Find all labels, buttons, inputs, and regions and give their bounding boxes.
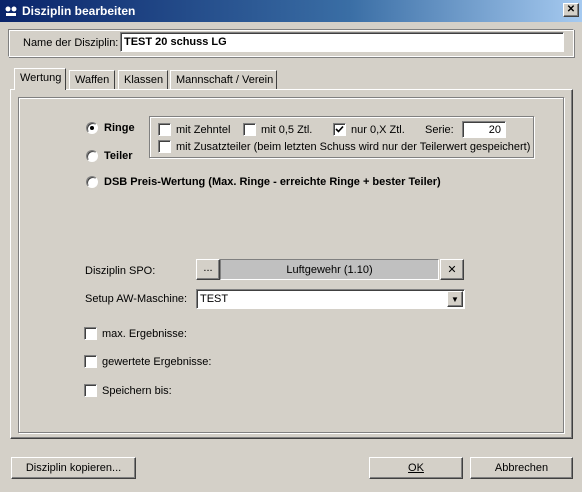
radio-dsb[interactable]: DSB Preis-Wertung (Max. Ringe - erreicht… — [86, 176, 441, 188]
spo-value: Luftgewehr (1.10) — [286, 263, 373, 276]
check-max-label: max. Ergebnisse: — [102, 327, 187, 340]
radio-teiler[interactable]: Teiler — [86, 150, 133, 162]
chevron-down-icon: ▼ — [451, 294, 459, 304]
radio-dsb-label: DSB Preis-Wertung (Max. Ringe - erreicht… — [104, 176, 441, 188]
spo-browse-button[interactable]: ... — [196, 259, 220, 280]
clear-icon: ✕ — [447, 264, 457, 276]
setup-dropdown-button[interactable]: ▼ — [447, 291, 463, 307]
radio-ringe[interactable]: Ringe — [86, 122, 135, 134]
name-label: Name der Disziplin: — [23, 37, 119, 49]
check-gewertet-box[interactable] — [84, 355, 97, 368]
cancel-label: Abbrechen — [494, 462, 549, 474]
tab-klassen-label: Klassen — [124, 74, 164, 86]
copy-discipline-button[interactable]: Disziplin kopieren... — [11, 457, 136, 479]
title-bar: Disziplin bearbeiten ✕ — [0, 0, 582, 22]
check-ztl05-box[interactable] — [243, 123, 256, 136]
ok-button[interactable]: OK — [369, 457, 463, 479]
tab-mannschaft-label: Mannschaft / Verein — [176, 74, 274, 86]
check-ztl0x-box[interactable] — [333, 123, 346, 136]
tab-wertung-label: Wertung — [20, 72, 62, 84]
setup-label: Setup AW-Maschine: — [85, 293, 188, 305]
setup-value: TEST — [200, 293, 229, 305]
check-zusatzteiler-label: mit Zusatzteiler (beim letzten Schuss wi… — [176, 140, 531, 153]
close-button[interactable]: ✕ — [563, 3, 579, 17]
check-ztl05-label: mit 0,5 Ztl. — [261, 123, 313, 136]
check-zehntel-box[interactable] — [158, 123, 171, 136]
check-speichern-label: Speichern bis: — [102, 384, 172, 397]
radio-ringe-label: Ringe — [104, 122, 135, 134]
tab-waffen[interactable]: Waffen — [69, 70, 115, 90]
check-zehntel-label: mit Zehntel — [176, 123, 231, 136]
serie-label: Serie: — [425, 124, 454, 136]
tab-klassen[interactable]: Klassen — [118, 70, 168, 90]
radio-teiler-label: Teiler — [104, 150, 133, 162]
check-speichern[interactable]: Speichern bis: — [84, 384, 172, 397]
tab-waffen-label: Waffen — [75, 74, 110, 86]
check-gewertet-label: gewertete Ergebnisse: — [102, 355, 212, 368]
tab-wertung[interactable]: Wertung — [14, 68, 66, 90]
check-zehntel[interactable]: mit Zehntel — [158, 123, 230, 136]
check-ztl0x[interactable]: nur 0,X Ztl. — [333, 123, 405, 136]
window-title: Disziplin bearbeiten — [22, 4, 136, 18]
check-ztl0x-label: nur 0,X Ztl. — [351, 123, 405, 136]
check-ztl05[interactable]: mit 0,5 Ztl. — [243, 123, 312, 136]
check-max[interactable]: max. Ergebnisse: — [84, 327, 187, 340]
check-gewertet[interactable]: gewertete Ergebnisse: — [84, 355, 211, 368]
check-zusatzteiler-box[interactable] — [158, 140, 171, 153]
app-icon — [4, 4, 18, 18]
spo-browse-label: ... — [203, 261, 213, 274]
spo-value-field: Luftgewehr (1.10) — [220, 259, 439, 280]
copy-discipline-label: Disziplin kopieren... — [25, 462, 122, 474]
name-input-value: TEST 20 schuss LG — [124, 36, 227, 48]
check-zusatzteiler[interactable]: mit Zusatzteiler (beim letzten Schuss wi… — [158, 140, 530, 153]
tab-mannschaft[interactable]: Mannschaft / Verein — [170, 70, 277, 90]
name-input[interactable]: TEST 20 schuss LG — [120, 32, 564, 52]
ok-label: OK — [408, 462, 424, 474]
cancel-button[interactable]: Abbrechen — [470, 457, 573, 479]
radio-teiler-circle[interactable] — [86, 150, 98, 162]
checkmark-icon — [335, 125, 344, 133]
spo-label: Disziplin SPO: — [85, 265, 156, 277]
radio-dsb-circle[interactable] — [86, 176, 98, 188]
close-icon: ✕ — [566, 4, 576, 15]
check-max-box[interactable] — [84, 327, 97, 340]
setup-select[interactable]: TEST ▼ — [196, 289, 465, 309]
check-speichern-box[interactable] — [84, 384, 97, 397]
serie-value: 20 — [488, 124, 501, 136]
active-tab-joiner — [15, 88, 65, 90]
radio-ringe-circle[interactable] — [86, 122, 98, 134]
spo-clear-button[interactable]: ✕ — [440, 259, 464, 280]
serie-input[interactable]: 20 — [462, 121, 506, 138]
